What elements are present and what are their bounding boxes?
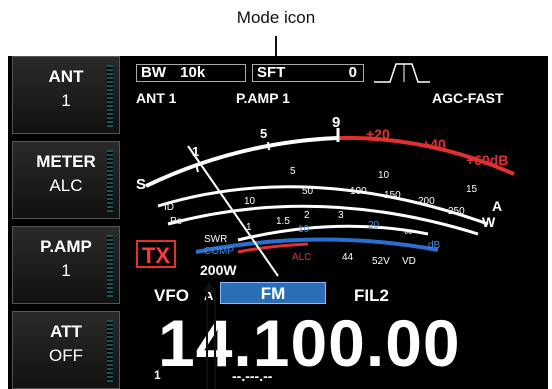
po-scale-50: 50	[302, 186, 314, 197]
main-frequency: 14.100.00	[158, 306, 461, 380]
id-scale-10: 10	[378, 170, 390, 181]
s-scale-1: 1	[192, 144, 200, 159]
tx-indicator: TX	[136, 240, 176, 268]
power-readout: 200W	[200, 262, 237, 278]
swr-scale-3: 3	[338, 210, 344, 221]
po-scale-250: 250	[448, 206, 465, 217]
id-label: ID	[164, 202, 174, 213]
po-scale-10: 10	[244, 196, 256, 207]
vfo-label: VFO	[154, 286, 189, 305]
swr-label: SWR	[204, 234, 228, 245]
comp-scale-20: 20	[368, 220, 380, 231]
w-meter-label: W	[482, 214, 496, 230]
swr-scale-1-5: 1.5	[276, 216, 290, 227]
mode-icon[interactable]: FM	[220, 282, 326, 304]
filter-label: FIL2	[354, 286, 389, 305]
vd-scale-44: 44	[342, 252, 354, 263]
alc-label: ALC	[292, 252, 312, 263]
s-scale-9: 9	[332, 114, 341, 131]
frequency-prefix: 1	[154, 368, 161, 382]
id-scale-5: 5	[290, 166, 296, 177]
po-scale-200: 200	[418, 196, 435, 207]
id-scale-15: 15	[466, 184, 478, 195]
a-meter-label: A	[492, 198, 503, 214]
swr-scale-infinity: ∞	[404, 224, 413, 238]
comp-label: COMP	[204, 246, 234, 257]
plus-scale-60db: +60dB	[466, 152, 509, 168]
swr-scale-1: 1	[246, 222, 252, 233]
mode-icon-callout-label: Mode icon	[236, 8, 316, 27]
s-meter-label: S	[136, 176, 147, 193]
sub-frequency: --.---.--	[232, 368, 273, 384]
po-meter-arc	[167, 204, 479, 236]
po-label: Po	[170, 216, 183, 227]
s5-tick	[267, 141, 270, 151]
swr-scale-2: 2	[304, 210, 310, 221]
lower-callout-arrow	[203, 282, 215, 292]
po-scale-150: 150	[384, 190, 401, 201]
po-scale-100: 100	[350, 186, 367, 197]
db-label: dB	[428, 240, 441, 251]
vd-label: VD	[402, 256, 416, 267]
plus-scale-40: +40	[422, 136, 446, 152]
lower-callout-line	[206, 290, 208, 389]
plus-scale-20: +20	[366, 126, 390, 142]
s-scale-5: 5	[260, 126, 268, 141]
s-meter-arc	[145, 136, 339, 188]
vd-scale-52v: 52V	[372, 256, 390, 267]
lower-callout-line-2	[214, 290, 216, 389]
radio-display: ANT 1 METER ALC P.AMP 1 ATT OFF BW 10k S…	[8, 56, 548, 389]
comp-scale-10: 10	[298, 224, 310, 235]
